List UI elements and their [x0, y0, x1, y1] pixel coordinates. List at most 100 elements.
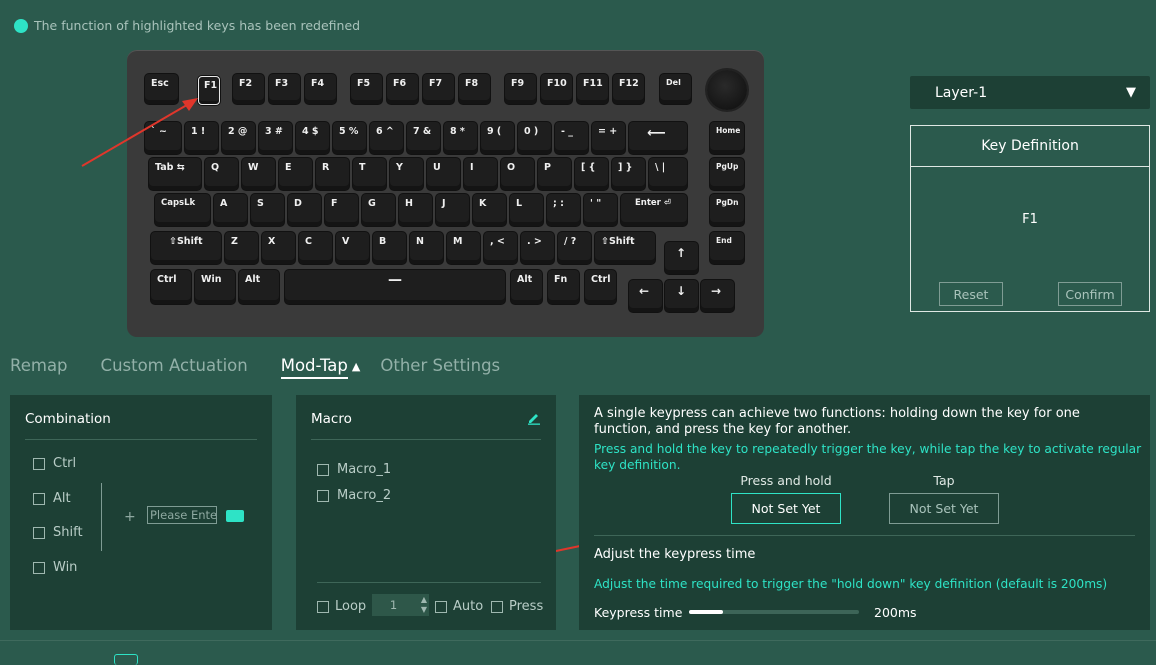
key-slash[interactable]: / ? — [558, 232, 591, 264]
alt-checkbox[interactable]: Alt — [33, 491, 71, 506]
key-left[interactable]: ← — [629, 280, 662, 312]
key-semicolon[interactable]: ; : — [547, 194, 580, 226]
key-7[interactable]: 7 & — [407, 122, 440, 154]
key-2[interactable]: 2 @ — [222, 122, 255, 154]
key-pgdn[interactable]: PgDn — [710, 194, 744, 226]
keyboard-icon[interactable] — [226, 510, 244, 522]
key-6[interactable]: 6 ^ — [370, 122, 403, 154]
key-i[interactable]: I — [464, 158, 497, 190]
tab-custom-actuation[interactable]: Custom Actuation — [101, 356, 248, 379]
reset-button[interactable]: Reset — [939, 282, 1003, 306]
key-quote[interactable]: ' " — [584, 194, 617, 226]
key-3[interactable]: 3 # — [259, 122, 292, 154]
auto-checkbox[interactable]: Auto — [435, 599, 483, 614]
key-backslash[interactable]: \ | — [649, 158, 687, 190]
key-fn[interactable]: Fn — [548, 270, 579, 304]
key-del[interactable]: Del — [660, 74, 691, 104]
stepper-down-icon[interactable]: ▼ — [421, 606, 427, 614]
tap-button[interactable]: Not Set Yet — [889, 493, 999, 524]
key-space[interactable]: — — [285, 270, 505, 304]
press-and-hold-button[interactable]: Not Set Yet — [731, 493, 841, 524]
key-z[interactable]: Z — [225, 232, 258, 264]
key-b[interactable]: B — [373, 232, 406, 264]
key-lbracket[interactable]: [ { — [575, 158, 608, 190]
key-8[interactable]: 8 * — [444, 122, 477, 154]
macro-item[interactable]: Macro_2 — [317, 488, 391, 503]
key-backspace[interactable]: ⟵ — [629, 122, 687, 154]
macro-item[interactable]: Macro_1 — [317, 462, 391, 477]
volume-knob[interactable] — [707, 70, 747, 110]
key-l[interactable]: L — [510, 194, 543, 226]
key-lalt[interactable]: Alt — [239, 270, 279, 304]
key-ralt[interactable]: Alt — [511, 270, 542, 304]
key-5[interactable]: 5 % — [333, 122, 366, 154]
key-home[interactable]: Home — [710, 122, 744, 154]
key-win[interactable]: Win — [195, 270, 235, 304]
key-tab[interactable]: Tab ⇆ — [149, 158, 201, 190]
loop-count-stepper[interactable]: 1 ▲ ▼ — [372, 594, 429, 616]
key-d[interactable]: D — [288, 194, 321, 226]
key-9[interactable]: 9 ( — [481, 122, 514, 154]
key-0[interactable]: 0 ) — [518, 122, 551, 154]
stepper-up-icon[interactable]: ▲ — [421, 596, 427, 604]
key-end[interactable]: End — [710, 232, 744, 264]
key-m[interactable]: M — [447, 232, 480, 264]
press-checkbox[interactable]: Press — [491, 599, 543, 614]
key-f1[interactable]: F1 — [198, 76, 220, 105]
key-p[interactable]: P — [538, 158, 571, 190]
key-minus[interactable]: - _ — [555, 122, 588, 154]
ctrl-checkbox[interactable]: Ctrl — [33, 456, 76, 471]
key-y[interactable]: Y — [390, 158, 423, 190]
key-f11[interactable]: F11 — [577, 74, 608, 104]
key-down[interactable]: ↓ — [665, 280, 698, 312]
key-v[interactable]: V — [336, 232, 369, 264]
key-f3[interactable]: F3 — [269, 74, 300, 104]
key-k[interactable]: K — [473, 194, 506, 226]
key-right[interactable]: → — [701, 280, 734, 312]
key-f7[interactable]: F7 — [423, 74, 454, 104]
key-f5[interactable]: F5 — [351, 74, 382, 104]
key-esc[interactable]: Esc — [145, 74, 178, 104]
key-f6[interactable]: F6 — [387, 74, 418, 104]
key-rbracket[interactable]: ] } — [612, 158, 645, 190]
key-a[interactable]: A — [214, 194, 247, 226]
key-c[interactable]: C — [299, 232, 332, 264]
layer-select[interactable]: Layer-1 ▼ — [910, 76, 1150, 109]
edit-pencil-icon[interactable] — [527, 411, 541, 425]
key-enter[interactable]: Enter ⏎ — [621, 194, 687, 226]
key-o[interactable]: O — [501, 158, 534, 190]
key-x[interactable]: X — [262, 232, 295, 264]
tab-other-settings[interactable]: Other Settings — [380, 356, 500, 379]
key-e[interactable]: E — [279, 158, 312, 190]
key-j[interactable]: J — [436, 194, 469, 226]
key-4[interactable]: 4 $ — [296, 122, 329, 154]
key-g[interactable]: G — [362, 194, 395, 226]
key-up[interactable]: ↑ — [665, 242, 698, 274]
key-t[interactable]: T — [353, 158, 386, 190]
key-pgup[interactable]: PgUp — [710, 158, 744, 190]
key-s[interactable]: S — [251, 194, 284, 226]
key-f4[interactable]: F4 — [305, 74, 336, 104]
key-entry-input[interactable]: Please Enter — [147, 506, 217, 524]
shift-checkbox[interactable]: Shift — [33, 525, 83, 540]
key-lctrl[interactable]: Ctrl — [151, 270, 191, 304]
key-equal[interactable]: = + — [592, 122, 625, 154]
keypress-time-slider[interactable] — [689, 610, 859, 614]
key-lshift[interactable]: ⇧Shift — [151, 232, 221, 264]
key-rctrl[interactable]: Ctrl — [585, 270, 616, 304]
key-f[interactable]: F — [325, 194, 358, 226]
key-f2[interactable]: F2 — [233, 74, 264, 104]
key-f10[interactable]: F10 — [541, 74, 572, 104]
key-capslock[interactable]: CapsLk — [155, 194, 210, 226]
key-r[interactable]: R — [316, 158, 349, 190]
key-1[interactable]: 1 ! — [185, 122, 218, 154]
tab-mod-tap[interactable]: Mod-Tap — [280, 356, 348, 379]
key-q[interactable]: Q — [205, 158, 238, 190]
key-n[interactable]: N — [410, 232, 443, 264]
key-grave[interactable]: ` ~ — [145, 122, 181, 154]
key-f8[interactable]: F8 — [459, 74, 490, 104]
key-period[interactable]: . > — [521, 232, 554, 264]
key-u[interactable]: U — [427, 158, 460, 190]
key-h[interactable]: H — [399, 194, 432, 226]
confirm-button[interactable]: Confirm — [1058, 282, 1122, 306]
